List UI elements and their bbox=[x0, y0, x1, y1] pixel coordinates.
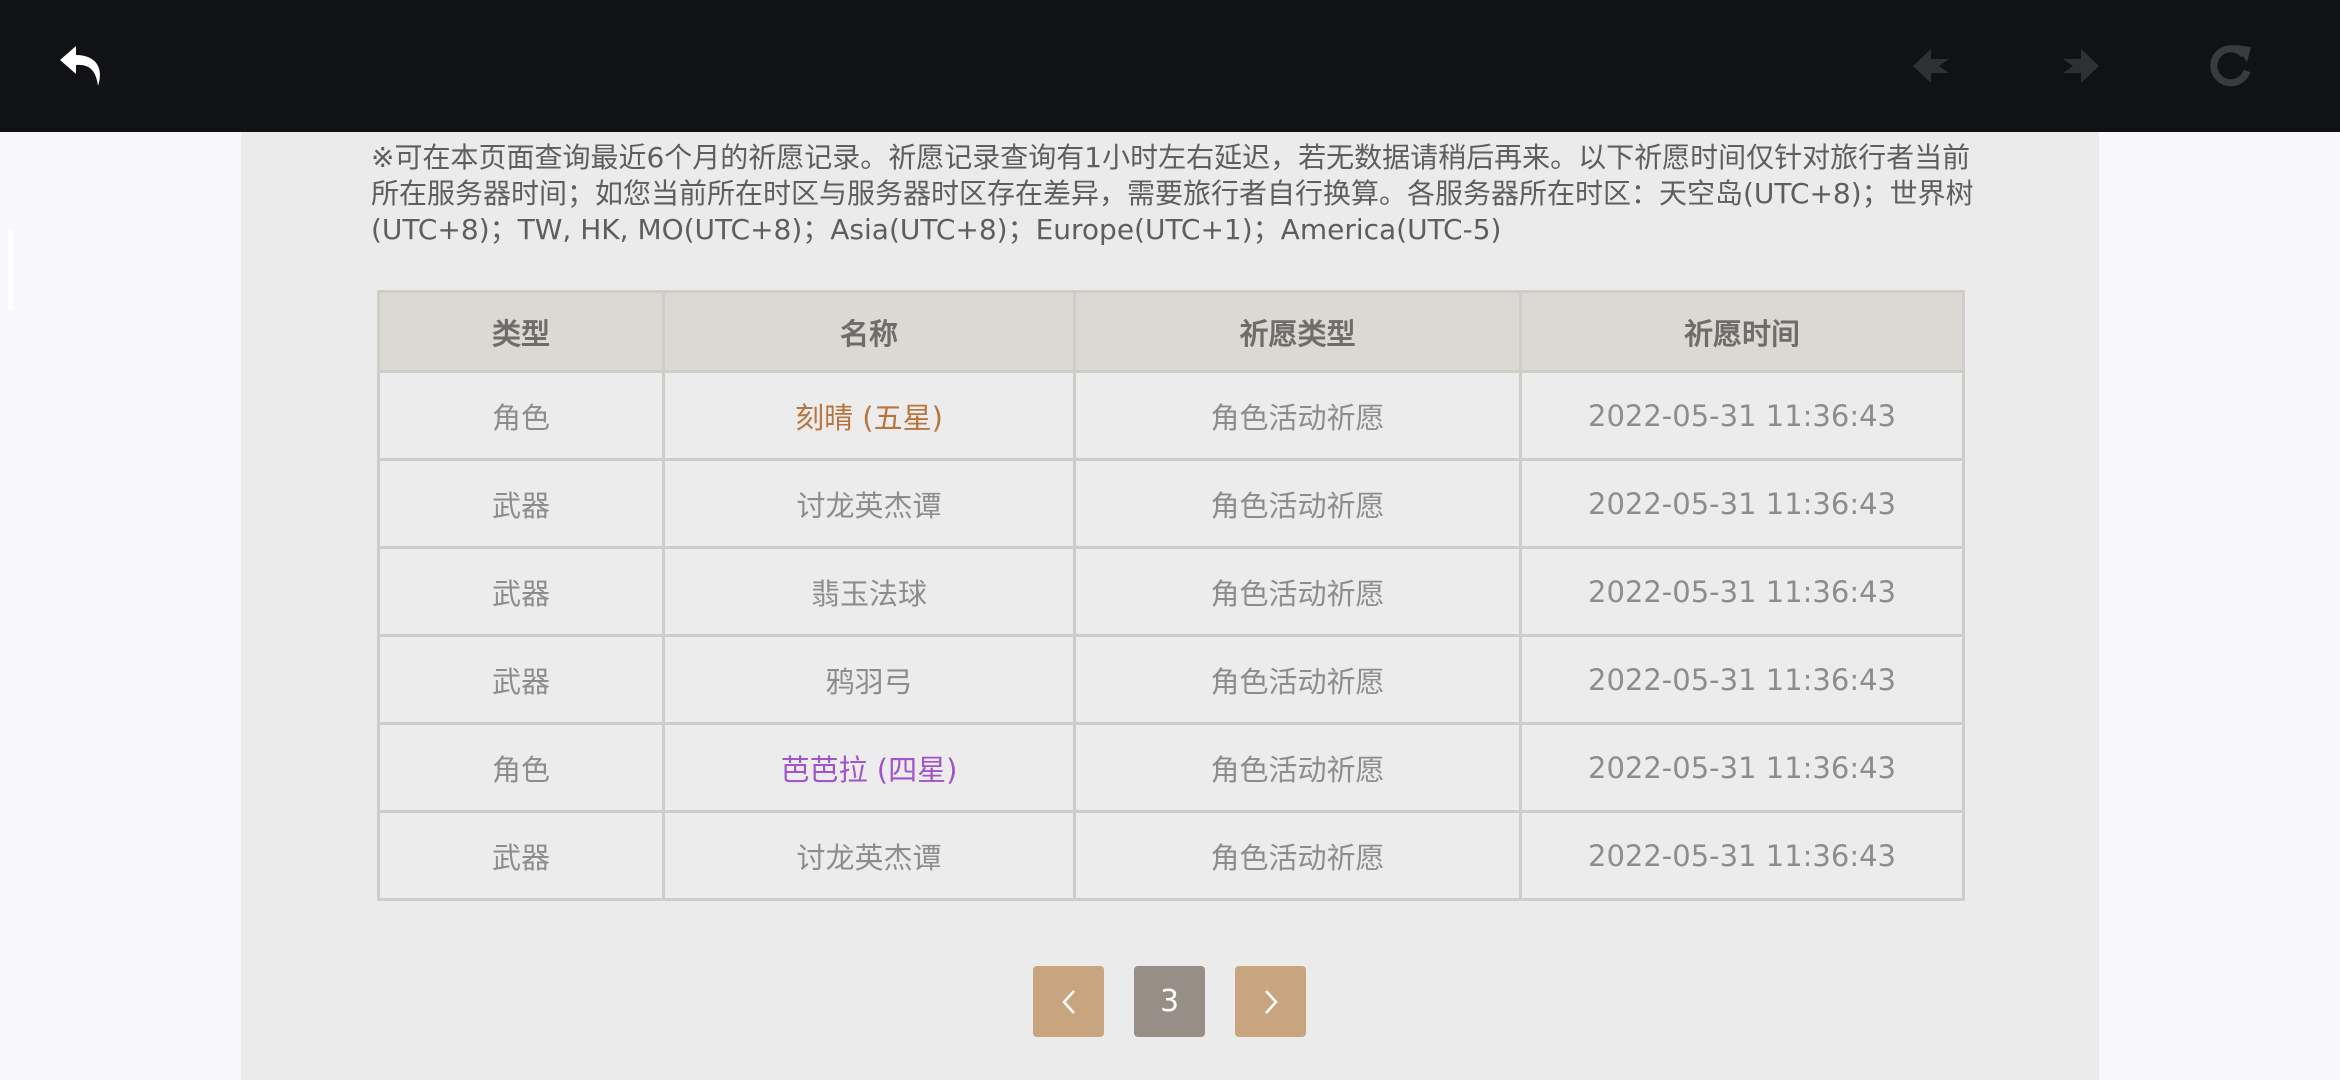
cell-type: 武器 bbox=[377, 458, 665, 549]
table-row: 角色 芭芭拉 (四星) 角色活动祈愿 2022-05-31 11:36:43 bbox=[377, 722, 1965, 813]
cell-time: 2022-05-31 11:36:43 bbox=[1519, 634, 1965, 725]
cell-wish-type: 角色活动祈愿 bbox=[1073, 546, 1522, 637]
cell-name: 鸦羽弓 bbox=[662, 634, 1076, 725]
next-page-button[interactable] bbox=[1235, 966, 1306, 1037]
cell-time: 2022-05-31 11:36:43 bbox=[1519, 722, 1965, 813]
cell-name: 芭芭拉 (四星) bbox=[662, 722, 1076, 813]
current-page-indicator: 3 bbox=[1134, 966, 1205, 1037]
back-button[interactable] bbox=[52, 36, 112, 96]
cell-name: 翡玉法球 bbox=[662, 546, 1076, 637]
wish-table-container: 类型 名称 祈愿类型 祈愿时间 角色 刻晴 (五星) 角色活动祈愿 2022-0… bbox=[377, 290, 1965, 901]
cell-time: 2022-05-31 11:36:43 bbox=[1519, 810, 1965, 901]
cell-wish-type: 角色活动祈愿 bbox=[1073, 458, 1522, 549]
table-row: 武器 鸦羽弓 角色活动祈愿 2022-05-31 11:36:43 bbox=[377, 634, 1965, 725]
cell-type: 武器 bbox=[377, 810, 665, 901]
table-row: 武器 翡玉法球 角色活动祈愿 2022-05-31 11:36:43 bbox=[377, 546, 1965, 637]
cell-name: 讨龙英杰谭 bbox=[662, 458, 1076, 549]
header-wish-time: 祈愿时间 bbox=[1519, 290, 1965, 373]
cell-type: 角色 bbox=[377, 370, 665, 461]
cell-type: 角色 bbox=[377, 722, 665, 813]
nav-back-button[interactable] bbox=[1902, 36, 1962, 96]
cell-wish-type: 角色活动祈愿 bbox=[1073, 722, 1522, 813]
wish-history-panel: ※可在本页面查询最近6个月的祈愿记录。祈愿记录查询有1小时左右延迟，若无数据请稍… bbox=[241, 132, 2099, 1080]
table-row: 角色 刻晴 (五星) 角色活动祈愿 2022-05-31 11:36:43 bbox=[377, 370, 1965, 461]
table-row: 武器 讨龙英杰谭 角色活动祈愿 2022-05-31 11:36:43 bbox=[377, 458, 1965, 549]
chevron-left-icon bbox=[1061, 989, 1075, 1014]
reload-button[interactable] bbox=[2200, 36, 2260, 96]
header-type: 类型 bbox=[377, 290, 665, 373]
notice-text: ※可在本页面查询最近6个月的祈愿记录。祈愿记录查询有1小时左右延迟，若无数据请稍… bbox=[371, 141, 1974, 246]
nav-forward-button[interactable] bbox=[2050, 36, 2110, 96]
cell-name: 讨龙英杰谭 bbox=[662, 810, 1076, 901]
cell-wish-type: 角色活动祈愿 bbox=[1073, 810, 1522, 901]
back-arrow-icon bbox=[60, 46, 100, 86]
table-row: 武器 讨龙英杰谭 角色活动祈愿 2022-05-31 11:36:43 bbox=[377, 810, 1965, 901]
nav-forward-icon bbox=[2063, 49, 2099, 83]
cell-time: 2022-05-31 11:36:43 bbox=[1519, 370, 1965, 461]
nav-back-icon bbox=[1913, 49, 1949, 83]
cell-time: 2022-05-31 11:36:43 bbox=[1519, 458, 1965, 549]
pagination: 3 bbox=[1033, 966, 1306, 1037]
edge-indicator bbox=[8, 230, 13, 310]
prev-page-button[interactable] bbox=[1033, 966, 1104, 1037]
wish-history-table: 类型 名称 祈愿类型 祈愿时间 角色 刻晴 (五星) 角色活动祈愿 2022-0… bbox=[377, 290, 1965, 901]
chevron-right-icon bbox=[1264, 989, 1278, 1014]
header-name: 名称 bbox=[662, 290, 1076, 373]
cell-time: 2022-05-31 11:36:43 bbox=[1519, 546, 1965, 637]
top-toolbar bbox=[0, 0, 2340, 132]
cell-wish-type: 角色活动祈愿 bbox=[1073, 634, 1522, 725]
header-wish-type: 祈愿类型 bbox=[1073, 290, 1522, 373]
cell-type: 武器 bbox=[377, 546, 665, 637]
table-header-row: 类型 名称 祈愿类型 祈愿时间 bbox=[377, 290, 1965, 373]
cell-name: 刻晴 (五星) bbox=[662, 370, 1076, 461]
cell-type: 武器 bbox=[377, 634, 665, 725]
cell-wish-type: 角色活动祈愿 bbox=[1073, 370, 1522, 461]
reload-icon bbox=[2210, 45, 2251, 87]
